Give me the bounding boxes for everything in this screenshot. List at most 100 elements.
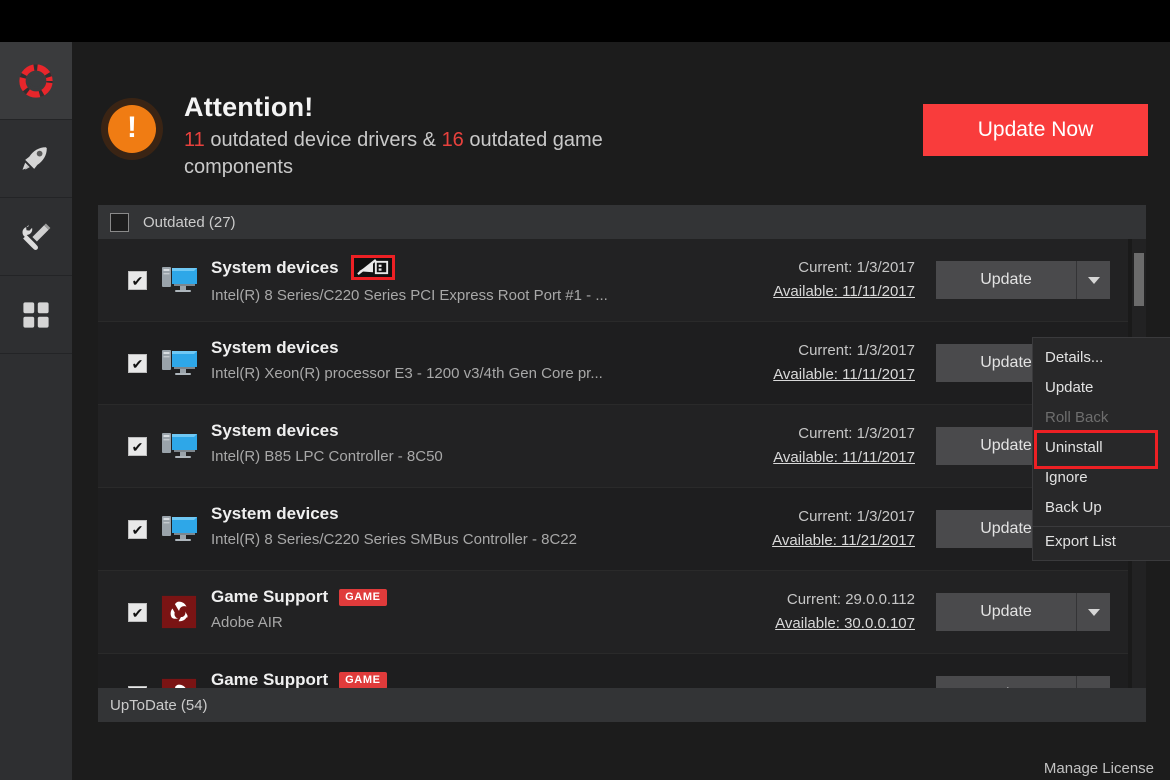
attention-text-block: Attention! 11 outdated device drivers & …: [184, 90, 654, 181]
row-current-version: Current: 1/3/2017: [798, 342, 915, 359]
highlighted-device-status-icon[interactable]: [350, 255, 395, 280]
row-icon: [161, 429, 199, 463]
row-title-text: Game Support: [211, 587, 329, 606]
row-title-text: System devices: [211, 504, 339, 523]
row-update-button[interactable]: Update: [936, 593, 1076, 631]
summary-text-mid: outdated device drivers &: [204, 129, 442, 152]
row-title-text: System devices: [211, 257, 339, 277]
context-menu-item-ignore[interactable]: Ignore: [1033, 462, 1170, 492]
row-update-dropdown-arrow[interactable]: [1076, 593, 1110, 631]
row-checkbox[interactable]: [128, 520, 147, 539]
row-text-block: Game Support GAME Adobe AIR: [211, 587, 387, 631]
row-current-version: Current: 1/3/2017: [798, 425, 915, 442]
table-row[interactable]: System devices Intel(R) 8 Series/C220 Ser…: [98, 488, 1128, 571]
context-menu-item-details[interactable]: Details...: [1033, 342, 1170, 372]
row-available-version[interactable]: Available: 30.0.0.107: [695, 615, 915, 632]
sidebar-item-boost[interactable]: [0, 120, 72, 198]
context-menu-item-uninstall[interactable]: Uninstall: [1033, 430, 1170, 469]
row-checkbox[interactable]: [128, 271, 147, 290]
main-panel: ! Attention! 11 outdated device drivers …: [72, 42, 1170, 780]
row-current-version: Current: 29.0.0.112: [786, 591, 915, 608]
row-text-block: System devices Intel(R) 8 Series/C220 Ser…: [211, 504, 577, 548]
table-row[interactable]: Game Support GAME Adobe AIR Current: 29.0.0…: [98, 571, 1128, 654]
group-header-outdated[interactable]: Outdated (27): [98, 205, 1146, 239]
context-menu-item-roll-back: Roll Back: [1045, 408, 1109, 426]
chevron-down-icon: [1087, 276, 1100, 284]
rows-host: System devices Intel(R) 8 Series/C220 Ser…: [98, 239, 1128, 722]
row-title: System devices: [211, 421, 443, 441]
context-menu-item-update[interactable]: Update: [1033, 372, 1170, 402]
row-title-text: System devices: [211, 338, 339, 357]
top-letterbox: [0, 0, 1170, 42]
row-title-text: System devices: [211, 421, 339, 440]
row-text-block: System devices Intel(R) 8 Series/C220 Ser…: [211, 255, 608, 304]
row-available-version[interactable]: Available: 11/11/2017: [695, 449, 915, 466]
grid-apps-icon: [23, 301, 49, 328]
rocket-icon: [22, 146, 47, 170]
row-versions: Current: 29.0.0.112 Available: 30.0.0.107: [695, 591, 915, 632]
warning-exclamation: !: [108, 105, 156, 153]
table-row[interactable]: System devices Intel(R) Xeon(R) processor…: [98, 322, 1128, 405]
outdated-select-all-checkbox[interactable]: [110, 212, 129, 232]
row-available-version[interactable]: Available: 11/21/2017: [695, 532, 915, 549]
row-available-version[interactable]: Available: 11/11/2017: [695, 283, 915, 300]
sidebar-item-tools[interactable]: [0, 198, 72, 276]
outdated-games-count: 16: [441, 129, 464, 152]
row-context-menu: Details... Update Roll Back Uninstall Ignore…: [1032, 337, 1170, 561]
adobe-air-icon: [161, 595, 197, 629]
manage-license-link[interactable]: Manage License: [1044, 760, 1154, 777]
row-update-split-button: Update: [936, 261, 1110, 299]
row-update-dropdown-arrow[interactable]: [1076, 261, 1110, 299]
row-title: System devices: [211, 338, 603, 358]
row-versions: Current: 1/3/2017 Available: 11/11/2017: [695, 425, 915, 466]
row-available-version[interactable]: Available: 11/11/2017: [695, 366, 915, 383]
row-title: Game Support GAME: [211, 587, 387, 607]
row-checkbox[interactable]: [128, 437, 147, 456]
table-row[interactable]: System devices Intel(R) B85 LPC Controlle…: [98, 405, 1128, 488]
row-subtitle: Intel(R) 8 Series/C220 Series PCI Expres…: [211, 287, 608, 304]
page-title: Attention!: [184, 92, 314, 122]
driver-list: Outdated (27) System devices Intel(R) 8 S…: [98, 205, 1146, 722]
warning-badge-icon: !: [101, 98, 163, 160]
row-checkbox[interactable]: [128, 354, 147, 373]
computer-device-icon: [162, 267, 197, 292]
rows-viewport: System devices Intel(R) 8 Series/C220 Ser…: [98, 239, 1128, 722]
row-text-block: System devices Intel(R) B85 LPC Controlle…: [211, 421, 443, 465]
row-versions: Current: 1/3/2017 Available: 11/11/2017: [695, 259, 915, 300]
context-menu-items: Details... Update Roll Back Uninstall Ignore…: [1033, 342, 1170, 556]
row-checkbox[interactable]: [128, 603, 147, 622]
game-tag-badge: GAME: [339, 671, 387, 689]
attention-header: ! Attention! 11 outdated device drivers …: [101, 90, 741, 181]
computer-device-icon: [162, 516, 197, 541]
game-tag-badge: GAME: [339, 588, 387, 606]
computer-device-icon: [162, 433, 197, 458]
row-subtitle: Intel(R) B85 LPC Controller - 8C50: [211, 448, 443, 465]
context-menu-item-back-up[interactable]: Back Up: [1033, 492, 1170, 522]
row-versions: Current: 1/3/2017 Available: 11/21/2017: [695, 508, 915, 549]
row-update-button[interactable]: Update: [936, 261, 1076, 299]
left-sidebar: [0, 42, 72, 780]
update-now-button[interactable]: Update Now: [923, 104, 1148, 156]
row-icon: [161, 512, 199, 546]
row-title: System devices: [211, 504, 577, 524]
group-header-uptodate[interactable]: UpToDate (54): [98, 688, 1146, 722]
row-current-version: Current: 1/3/2017: [798, 259, 915, 276]
table-row[interactable]: System devices Intel(R) 8 Series/C220 Ser…: [98, 239, 1128, 322]
row-title: System devices: [211, 255, 608, 280]
context-menu-item-export-list[interactable]: Export List: [1033, 526, 1170, 556]
row-title-text: Game Support: [211, 670, 329, 689]
list-scrollbar-thumb[interactable]: [1134, 253, 1144, 306]
sidebar-item-apps[interactable]: [0, 276, 72, 354]
row-versions: Current: 1/3/2017 Available: 11/11/2017: [695, 342, 915, 383]
application-window: ! Attention! 11 outdated device drivers …: [0, 0, 1170, 780]
attention-summary: 11 outdated device drivers & 16 outdated…: [184, 127, 654, 181]
row-icon: [161, 346, 199, 380]
row-icon: [161, 263, 199, 297]
row-text-block: System devices Intel(R) Xeon(R) processor…: [211, 338, 603, 382]
computer-device-icon: [162, 350, 197, 375]
wrench-screwdriver-icon: [22, 223, 51, 250]
sidebar-item-support[interactable]: [0, 42, 72, 120]
row-subtitle: Intel(R) Xeon(R) processor E3 - 1200 v3/…: [211, 365, 603, 382]
row-versions: [695, 674, 915, 681]
row-title: Game Support GAME: [211, 670, 387, 690]
